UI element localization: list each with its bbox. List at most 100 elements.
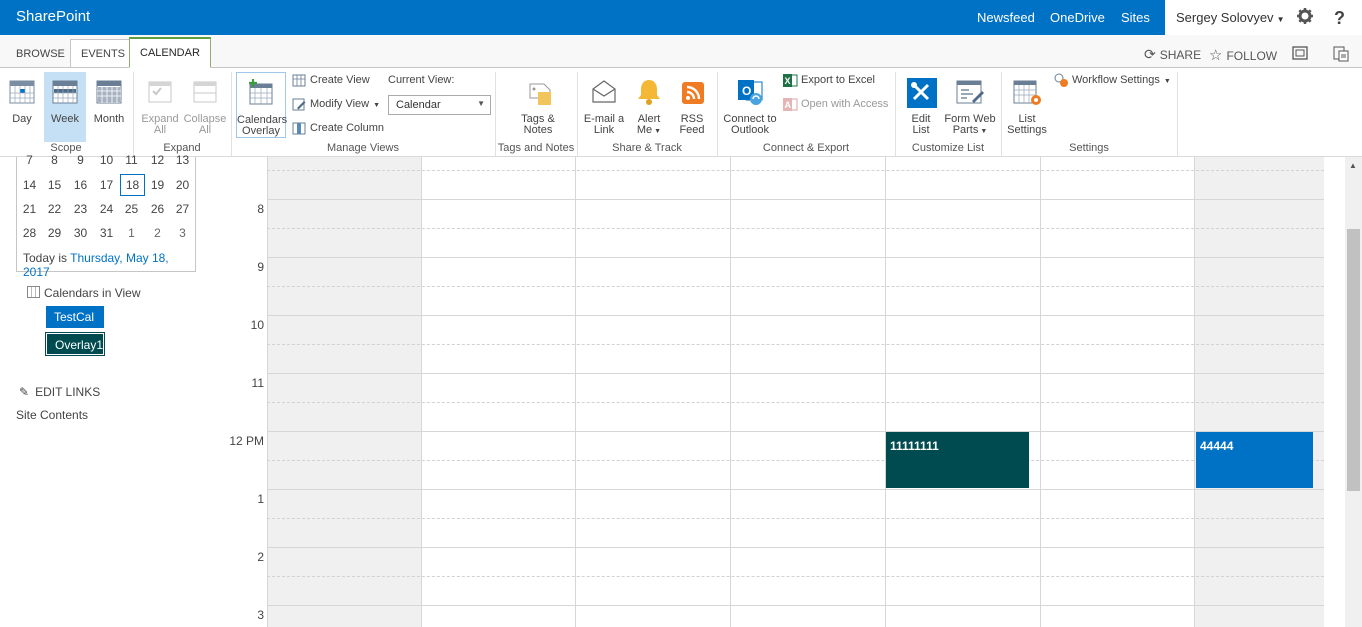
ribbon-separator	[1177, 72, 1178, 156]
calendar-day[interactable]: 9	[68, 153, 93, 167]
hour-line	[267, 489, 1324, 490]
tab-calendar[interactable]: CALENDAR	[129, 37, 211, 68]
half-hour-line	[267, 460, 1324, 461]
calendar-day[interactable]: 13	[170, 153, 195, 167]
tags-notes-button[interactable]: Tags & Notes	[514, 72, 562, 136]
calendar-event[interactable]: 44444	[1196, 432, 1313, 488]
calendar-day[interactable]: 27	[170, 202, 195, 216]
workflow-settings-button[interactable]: Workflow Settings ▼	[1054, 73, 1171, 87]
calendar-day[interactable]: 3	[170, 226, 195, 240]
collapse-all-button[interactable]: Collapse All	[183, 72, 227, 136]
share-icon: ⟳	[1144, 46, 1156, 62]
edit-links-button[interactable]: ✎ EDIT LINKS	[19, 385, 100, 399]
calendar-day[interactable]: 28	[17, 226, 42, 240]
calendar-event[interactable]: 11111111	[886, 432, 1029, 488]
user-menu[interactable]: Sergey Solovyev ▼	[1176, 10, 1284, 25]
sync-icon[interactable]	[1333, 46, 1349, 65]
help-icon[interactable]: ?	[1334, 8, 1345, 29]
scrollbar-thumb[interactable]	[1347, 229, 1360, 491]
calendar-day[interactable]: 22	[42, 202, 67, 216]
calendar-day[interactable]: 31	[94, 226, 119, 240]
export-to-excel-button[interactable]: X Export to Excel	[783, 73, 875, 87]
email-link-button[interactable]: E-mail a Link	[582, 72, 626, 136]
calendar-day[interactable]: 10	[94, 153, 119, 167]
follow-button[interactable]: ☆ FOLLOW	[1209, 46, 1277, 64]
create-view-button[interactable]: Create View	[292, 73, 370, 87]
calendar-week-row: 21 22 23 24 25 26 27	[17, 202, 197, 226]
calendar-day[interactable]: 23	[68, 202, 93, 216]
hour-label: 2	[257, 550, 264, 564]
current-view-select[interactable]: Calendar ▼	[388, 95, 491, 115]
calendar-day[interactable]: 21	[17, 202, 42, 216]
calendar-day[interactable]: 20	[170, 178, 195, 192]
edit-list-button[interactable]: Edit List	[902, 72, 940, 136]
connect-export-group-label: Connect & Export	[762, 142, 850, 154]
gear-icon[interactable]	[1296, 7, 1314, 30]
newsfeed-link[interactable]: Newsfeed	[977, 10, 1035, 25]
create-column-icon	[292, 121, 306, 135]
hour-line	[267, 257, 1324, 258]
calendar-icon	[27, 286, 40, 298]
calendar-day[interactable]: 2	[145, 226, 170, 240]
open-with-access-button[interactable]: A Open with Access	[783, 97, 888, 111]
calendar-day[interactable]: 25	[119, 202, 144, 216]
calendar-day[interactable]: 26	[145, 202, 170, 216]
suite-bar: SharePoint Newsfeed OneDrive Sites Serge…	[0, 0, 1362, 35]
modify-view-button[interactable]: Modify View ▼	[292, 97, 380, 111]
edit-list-icon	[905, 76, 937, 108]
user-menu-area: Sergey Solovyev ▼ ?	[1165, 0, 1362, 35]
calendar-legend-overlay1[interactable]: Overlay1	[45, 332, 105, 356]
calendar-day[interactable]: 7	[17, 153, 42, 167]
month-view-button[interactable]: Month	[89, 72, 129, 134]
sites-link[interactable]: Sites	[1121, 10, 1150, 25]
calendar-day[interactable]: 30	[68, 226, 93, 240]
calendar-day-today[interactable]: 18	[120, 174, 145, 196]
create-column-button[interactable]: Create Column	[292, 121, 384, 135]
vertical-scrollbar[interactable]: ▲	[1345, 157, 1362, 627]
svg-text:A: A	[785, 100, 792, 110]
calendar-day[interactable]: 16	[68, 178, 93, 192]
alert-me-button[interactable]: Alert Me ▼	[630, 72, 668, 136]
expand-all-button[interactable]: Expand All	[140, 72, 180, 136]
app-brand[interactable]: SharePoint	[16, 8, 90, 25]
expand-all-icon	[144, 76, 176, 108]
calendar-day[interactable]: 8	[42, 153, 67, 167]
onedrive-link[interactable]: OneDrive	[1050, 10, 1105, 25]
share-button[interactable]: ⟳ SHARE	[1144, 46, 1201, 63]
calendars-overlay-button[interactable]: Calendars Overlay	[236, 72, 287, 138]
day-view-button[interactable]: Day	[2, 72, 42, 134]
week-view-button[interactable]: Week	[44, 72, 86, 142]
tags-group-label: Tags and Notes	[497, 142, 575, 154]
connect-to-outlook-button[interactable]: O Connect to Outlook	[722, 72, 778, 136]
calendar-day[interactable]: 14	[17, 178, 42, 192]
rss-feed-button[interactable]: RSS Feed	[672, 72, 712, 136]
form-web-parts-icon	[954, 76, 986, 108]
form-web-parts-button[interactable]: Form Web Parts ▼	[943, 72, 997, 136]
scroll-up-arrow-icon[interactable]: ▲	[1349, 161, 1357, 170]
calendar-day[interactable]: 19	[145, 178, 170, 192]
hour-line	[267, 605, 1324, 606]
list-settings-button[interactable]: List Settings	[1005, 72, 1049, 136]
tags-notes-icon	[522, 76, 554, 108]
list-settings-icon	[1011, 76, 1043, 108]
day-calendar-icon	[6, 76, 38, 108]
hour-label: 10	[250, 318, 264, 332]
hour-line	[267, 547, 1324, 548]
calendar-day[interactable]: 17	[94, 178, 119, 192]
calendar-day[interactable]: 1	[119, 226, 144, 240]
calendar-day[interactable]: 24	[94, 202, 119, 216]
calendar-day[interactable]: 15	[42, 178, 67, 192]
ribbon: Day Week Month Scope Expand All Collapse…	[0, 68, 1362, 157]
calendar-day[interactable]: 11	[119, 153, 144, 167]
today-text: Today is Thursday, May 18, 2017	[23, 251, 169, 279]
calendar-day[interactable]: 12	[145, 153, 170, 167]
date-picker: 7 8 9 10 11 12 13 14 15 16 17 18 19 20 2…	[16, 153, 197, 279]
calendar-legend-testcal[interactable]: TestCal	[46, 306, 104, 328]
focus-on-content-icon[interactable]	[1292, 46, 1308, 63]
tab-events[interactable]: EVENTS	[70, 39, 137, 67]
site-contents-link[interactable]: Site Contents	[16, 408, 88, 422]
calendar-week-row: 28 29 30 31 1 2 3	[17, 226, 197, 250]
svg-text:O: O	[742, 84, 751, 98]
calendar-day[interactable]: 29	[42, 226, 67, 240]
tab-browse[interactable]: BROWSE	[6, 40, 75, 68]
